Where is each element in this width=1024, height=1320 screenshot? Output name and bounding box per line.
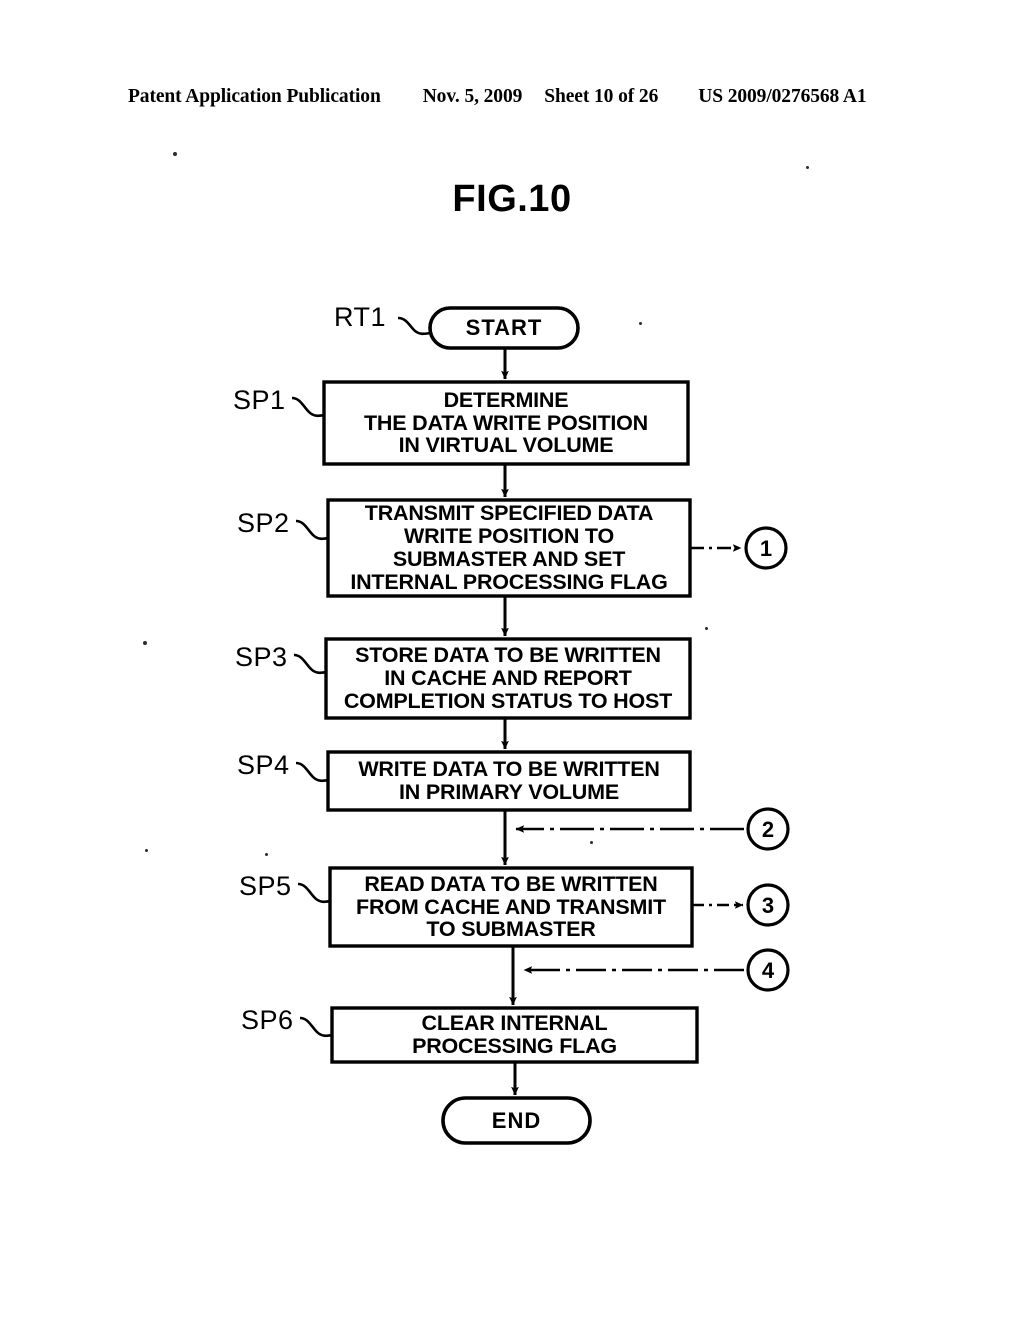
connector-label-4: 4	[761, 958, 775, 983]
flowchart-drawing	[291, 306, 790, 1145]
sp2-box	[326, 498, 692, 598]
scan-speck	[173, 152, 177, 156]
step-label-sp4: SP4	[237, 750, 290, 780]
scan-speck	[705, 627, 708, 630]
step-label-sp5: SP5	[239, 871, 292, 901]
routine-label-rt1: RT1	[334, 302, 387, 332]
sp4-leader-line	[295, 761, 330, 783]
scan-speck	[265, 853, 268, 856]
step-label-sp1: SP1	[233, 385, 286, 415]
step-label-sp2: SP2	[237, 508, 290, 538]
sp2-leader-line	[295, 519, 330, 541]
scan-speck	[590, 841, 593, 844]
scan-speck	[639, 322, 642, 325]
sp4-box	[326, 750, 692, 812]
connector-label-1: 1	[759, 536, 773, 561]
sp1-box	[322, 380, 690, 466]
sp5-leader-line	[297, 882, 332, 904]
sp5-box	[328, 866, 694, 948]
sp3-leader-line	[293, 653, 328, 675]
scan-speck	[145, 849, 148, 852]
sp3-box	[324, 637, 692, 720]
start-terminal-shape	[428, 306, 580, 350]
connector-label-3: 3	[761, 893, 775, 918]
sp6-leader-line	[299, 1016, 334, 1038]
connector-label-2: 2	[761, 817, 775, 842]
step-label-sp6: SP6	[241, 1005, 294, 1035]
sp6-box	[330, 1006, 699, 1064]
rt1-leader-line	[397, 316, 432, 336]
scan-speck	[143, 641, 147, 645]
end-terminal-shape	[441, 1096, 592, 1145]
scan-speck	[806, 166, 809, 169]
step-label-sp3: SP3	[235, 642, 288, 672]
sp1-leader-line	[291, 396, 326, 418]
